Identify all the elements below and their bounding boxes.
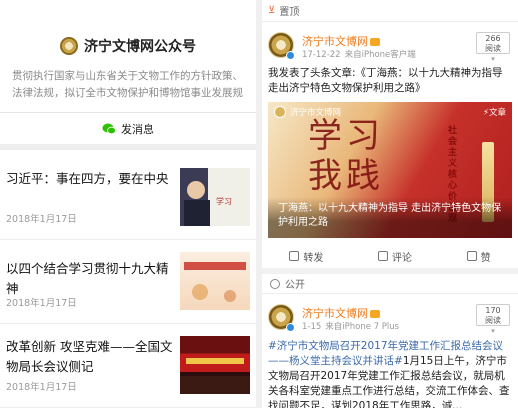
public-bar: 公开 [262, 274, 518, 294]
read-count-box[interactable]: 170 阅读 ▾ [476, 304, 510, 335]
read-count-box[interactable]: 266 阅读 ▾ [476, 32, 510, 63]
post-source: 来自iPhone 7 Plus [325, 322, 400, 332]
article-item[interactable]: 改革创新 攻坚克难——全国文物局长会议侧记 2018年1月17日 [0, 324, 256, 408]
repost-icon [289, 251, 300, 261]
pinned-bar: ⊻ 置顶 [262, 0, 518, 22]
post-meta: 1-15 来自iPhone 7 Plus [302, 320, 399, 332]
article-title: 改革创新 攻坚克难——全国文物局长会议侧记 [6, 339, 173, 374]
comment-label: 评论 [391, 252, 412, 264]
pin-icon: ⊻ [268, 5, 276, 16]
post-header: 济宁市文博网 17-12-22 来自iPhone客户端 266 阅读 ▾ [262, 30, 518, 64]
chevron-down-icon: ▾ [491, 327, 495, 335]
card-logo-icon [274, 106, 286, 118]
like-label: 赞 [480, 252, 491, 264]
verified-icon [286, 51, 295, 60]
article-item[interactable]: 习近平：事在四方，要在中央 2018年1月17日 学习 [0, 156, 256, 240]
chevron-down-icon: ▾ [491, 55, 495, 63]
read-label: 阅读 [485, 44, 501, 53]
send-message-button[interactable]: 发消息 [0, 112, 256, 150]
send-message-label: 发消息 [121, 122, 154, 136]
article-title: 以四个结合学习贯彻十九大精神 [6, 261, 169, 296]
wechat-icon [102, 123, 116, 134]
article-title: 习近平：事在四方，要在中央 [6, 171, 169, 186]
article-date: 2018年1月17日 [6, 298, 77, 309]
post-time: 1-15 [302, 322, 322, 332]
account-name: 济宁文博网公众号 [84, 39, 196, 55]
wechat-account-panel: 济宁文博网公众号 贯彻执行国家与山东省关于文物工作的方针政策、法律法规，拟订全市… [0, 0, 256, 408]
read-count: 170 [485, 306, 501, 315]
svg-text:学习: 学习 [216, 196, 232, 206]
globe-icon [270, 278, 280, 289]
username-text: 济宁市文博网 [302, 307, 368, 320]
post-text: #济宁市文物局召开2017年党建工作汇报总结会议——杨义堂主持会议并讲话#1月1… [262, 336, 518, 408]
article-list: 习近平：事在四方，要在中央 2018年1月17日 学习 以四个结合学习贯彻十九大… [0, 156, 256, 408]
post-meta: 17-12-22 来自iPhone客户端 [302, 48, 416, 60]
article-date: 2018年1月17日 [6, 214, 77, 225]
museum-logo-icon [60, 37, 78, 55]
post-header: 济宁市文博网 1-15 来自iPhone 7 Plus 170 阅读 ▾ [262, 302, 518, 336]
account-title-row: 济宁文博网公众号 [0, 36, 256, 56]
article-thumbnail [180, 336, 250, 394]
vip-crown-icon [370, 310, 380, 318]
weibo-feed-panel: ⊻ 置顶 济宁市文博网 17-12-22 来自iPhone客户端 266 阅读 ▾… [262, 0, 518, 408]
vip-crown-icon [370, 38, 380, 46]
article-date: 2018年1月17日 [6, 382, 77, 393]
post-text: 我发表了头条文章:《丁海燕：以十九大精神为指导 走出济宁特色文物保护利用之路》 [268, 67, 503, 94]
comment-button[interactable]: 评论 [377, 249, 412, 264]
post-actions: 转发 评论 赞 [262, 244, 518, 274]
comment-icon [377, 251, 388, 261]
read-count: 266 [485, 34, 501, 43]
username[interactable]: 济宁市文博网 [302, 305, 380, 321]
card-calligraphy: 学习 我践 [308, 116, 384, 196]
article-thumbnail: 学习 [180, 168, 250, 226]
thumbs-up-icon [466, 251, 477, 261]
article-thumbnail [180, 252, 250, 310]
article-card[interactable]: 济宁市文博网 ⚡文章 学习 我践 社会主义核心价值观 丁海燕：以十九大精神为指导… [268, 102, 512, 238]
public-label: 公开 [285, 280, 305, 291]
post-time: 17-12-22 [302, 50, 341, 60]
account-header: 济宁文博网公众号 贯彻执行国家与山东省关于文物工作的方针政策、法律法规，拟订全市… [0, 0, 256, 112]
repost-label: 转发 [303, 252, 324, 264]
account-description: 贯彻执行国家与山东省关于文物工作的方针政策、法律法规，拟订全市文物保护和博物馆事… [12, 70, 243, 99]
username[interactable]: 济宁市文博网 [302, 33, 380, 49]
verified-icon [286, 323, 295, 332]
pinned-label: 置顶 [279, 7, 300, 18]
article-tag: ⚡文章 [483, 108, 506, 118]
post-source: 来自iPhone客户端 [344, 50, 416, 60]
username-text: 济宁市文博网 [302, 35, 368, 48]
card-caption: 丁海燕：以十九大精神为指导 走出济宁特色文物保护利用之路 [268, 197, 512, 238]
repost-button[interactable]: 转发 [289, 249, 323, 264]
article-item[interactable]: 以四个结合学习贯彻十九大精神 2018年1月17日 [0, 240, 256, 324]
like-button[interactable]: 赞 [466, 249, 491, 264]
read-label: 阅读 [485, 316, 501, 325]
